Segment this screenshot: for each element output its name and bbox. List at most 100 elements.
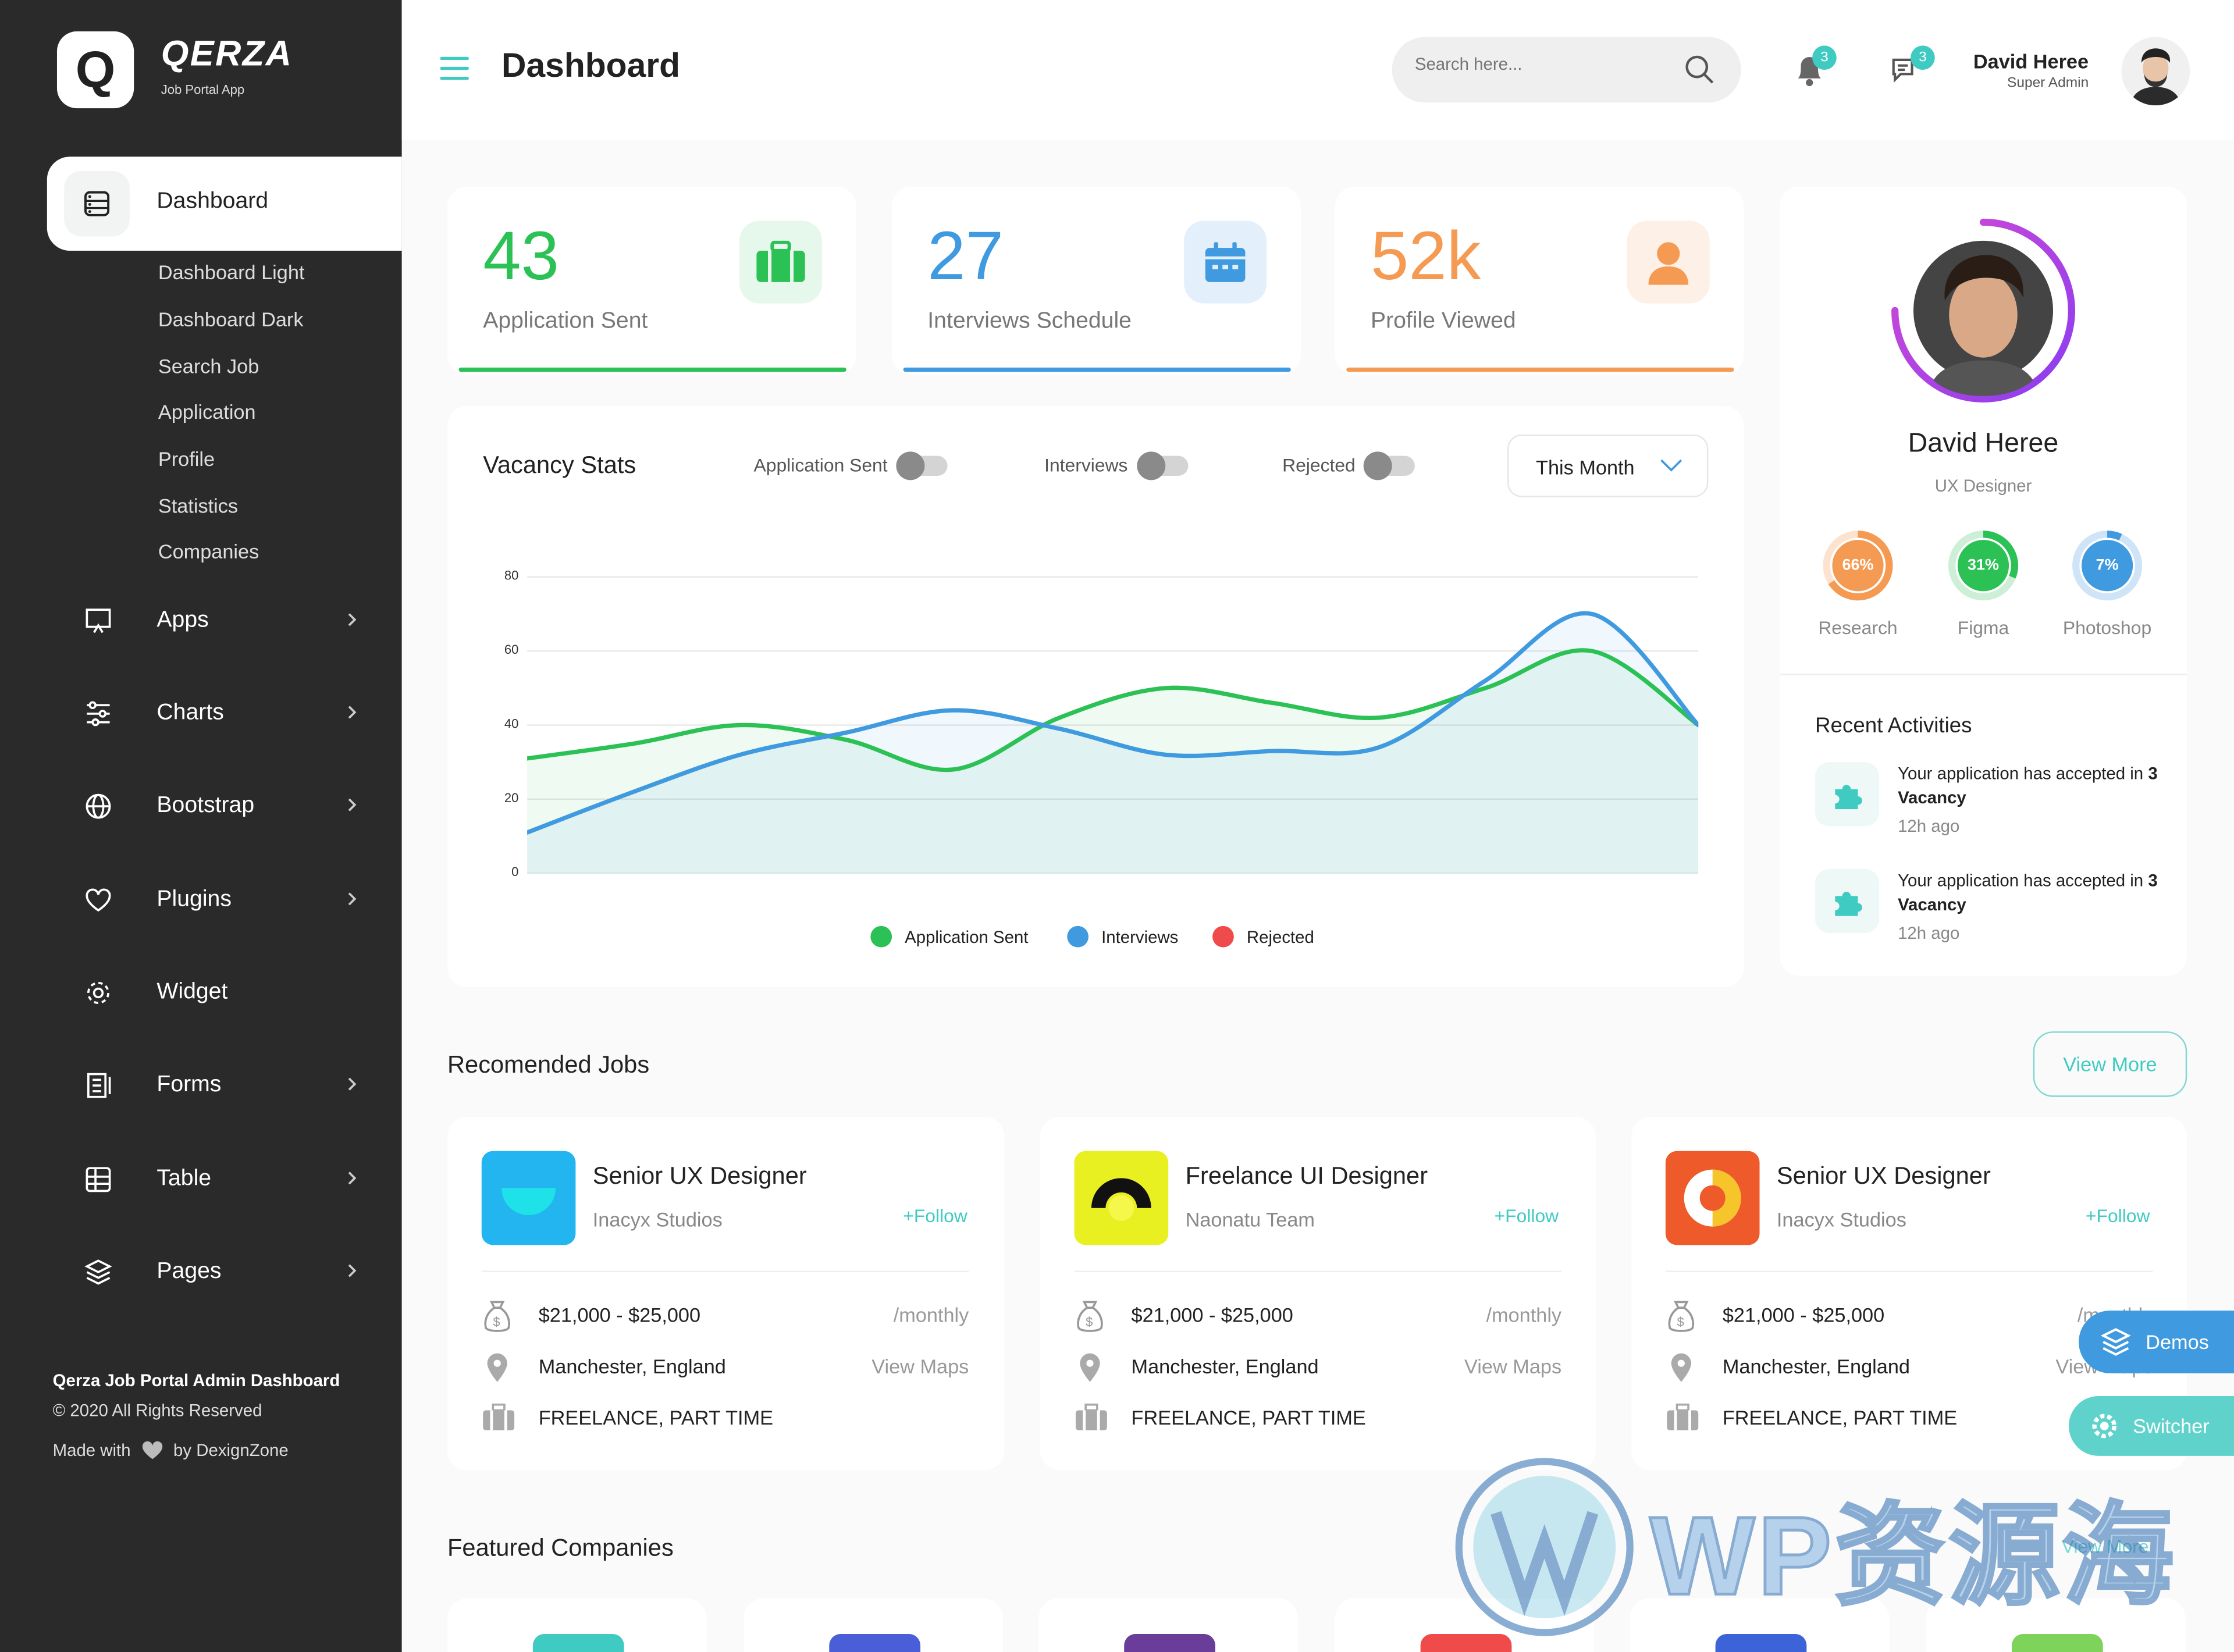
profile-role: UX Designer	[1934, 475, 2032, 496]
sidebar-item-plugins[interactable]: Plugins	[0, 872, 402, 929]
demos-button[interactable]: Demos	[2079, 1311, 2234, 1373]
submenu-statistics[interactable]: Statistics	[158, 494, 238, 517]
table-icon	[84, 1165, 112, 1194]
gear-icon	[2090, 1412, 2119, 1440]
money-bag-icon: $	[1666, 1299, 1697, 1333]
company-logo	[481, 1151, 576, 1245]
divider	[1779, 674, 2187, 675]
user-role: Super Admin	[2007, 75, 2089, 91]
sidebar-item-dashboard[interactable]: Dashboard	[47, 156, 402, 251]
activity-item[interactable]: Your application has accepted in 3 Vacan…	[1815, 762, 2171, 853]
sidebar-item-table[interactable]: Table	[0, 1151, 402, 1208]
vacancy-line-chart	[527, 576, 1699, 874]
sidebar-item-pages[interactable]: Pages	[0, 1244, 402, 1301]
briefcase-icon	[482, 1402, 516, 1433]
job-title: Freelance UI Designer	[1185, 1162, 1428, 1190]
toggle-switch[interactable]	[896, 451, 948, 480]
stat-value: 52k	[1370, 219, 1481, 295]
activity-item[interactable]: Your application has accepted in 3 Vacan…	[1815, 868, 2171, 960]
skill-percent: 31%	[1968, 557, 1999, 574]
svg-text:$: $	[493, 1315, 500, 1329]
activity-text: Your application has accepted in 3 Vacan…	[1898, 869, 2168, 917]
view-maps-link[interactable]: View Maps	[871, 1355, 969, 1377]
avatar[interactable]	[2121, 37, 2190, 106]
layers-icon	[2100, 1326, 2132, 1358]
hamburger-menu-icon[interactable]	[439, 54, 470, 83]
sidebar-item-apps[interactable]: Apps	[0, 593, 402, 650]
company-logo	[829, 1634, 921, 1652]
follow-button[interactable]: +Follow	[2086, 1205, 2150, 1227]
toggle-application-sent[interactable]: Application Sent	[754, 451, 948, 480]
company-card[interactable]	[447, 1598, 707, 1652]
sidebar-item-widget[interactable]: Widget	[0, 964, 402, 1021]
search-icon[interactable]	[1682, 53, 1717, 87]
y-tick-label: 20	[504, 791, 519, 805]
submenu-dashboard-dark[interactable]: Dashboard Dark	[158, 308, 304, 330]
divider	[481, 1270, 969, 1272]
location-pin-icon	[1666, 1351, 1697, 1385]
toggle-interviews[interactable]: Interviews	[1044, 451, 1188, 480]
job-title: Senior UX Designer	[592, 1162, 807, 1190]
follow-button[interactable]: +Follow	[1495, 1205, 1559, 1227]
toggle-rejected[interactable]: Rejected	[1282, 451, 1415, 480]
submenu-profile[interactable]: Profile	[158, 447, 215, 470]
monitor-icon	[84, 607, 112, 635]
follow-button[interactable]: +Follow	[903, 1205, 967, 1227]
switcher-button[interactable]: Switcher	[2068, 1396, 2234, 1456]
chevron-right-icon	[346, 1170, 358, 1187]
job-location-row: Manchester, England View Maps	[1075, 1351, 1561, 1385]
company-card[interactable]	[1038, 1598, 1299, 1652]
y-tick-label: 80	[504, 568, 519, 583]
job-type-row: FREELANCE, PART TIME	[1075, 1402, 1562, 1436]
search-input[interactable]	[1414, 54, 1657, 74]
stat-card-profile-views[interactable]: 52k Profile Viewed	[1335, 186, 1744, 375]
sidebar-item-charts[interactable]: Charts	[0, 685, 402, 742]
watermark: WP资源海	[1453, 1456, 2176, 1638]
job-card[interactable]: Senior UX Designer Inacyx Studios +Follo…	[447, 1117, 1005, 1471]
sidebar-item-forms[interactable]: Forms	[0, 1057, 402, 1114]
footer-by: by DexignZone	[173, 1440, 289, 1461]
stat-card-interviews[interactable]: 27 Interviews Schedule	[892, 186, 1301, 375]
skill-label: Research	[1818, 617, 1898, 639]
legend-dot	[870, 925, 892, 948]
view-maps-link[interactable]: View Maps	[1464, 1355, 1561, 1377]
legend-application-sent: Application Sent	[870, 925, 1029, 948]
submenu-search-job[interactable]: Search Job	[158, 355, 259, 378]
period-value: This Month	[1536, 455, 1635, 479]
layers-icon	[84, 1258, 112, 1286]
toggle-switch[interactable]	[1136, 451, 1188, 480]
footer-made-with: Made with	[52, 1440, 131, 1461]
stat-label: Profile Viewed	[1370, 309, 1516, 334]
company-logo	[1665, 1151, 1760, 1245]
period-select[interactable]: This Month	[1507, 434, 1709, 497]
submenu-application[interactable]: Application	[158, 400, 256, 423]
legend-interviews: Interviews	[1067, 925, 1178, 948]
job-company: Inacyx Studios	[592, 1208, 723, 1231]
job-card[interactable]: Freelance UI Designer Naonatu Team +Foll…	[1040, 1117, 1596, 1471]
brand-logo[interactable]: Q	[56, 31, 134, 109]
activity-message: Your application has accepted in	[1898, 870, 2144, 891]
company-card[interactable]	[744, 1598, 1004, 1652]
switcher-label: Switcher	[2133, 1414, 2210, 1438]
divider	[1074, 1270, 1562, 1272]
submenu-companies[interactable]: Companies	[158, 540, 259, 562]
sidebar-item-label: Table	[156, 1166, 212, 1191]
stat-card-applications[interactable]: 43 Application Sent	[447, 186, 856, 375]
toggle-switch[interactable]	[1364, 451, 1415, 480]
legend-dot	[1212, 925, 1234, 948]
stat-value: 27	[927, 219, 1004, 295]
legend-label: Application Sent	[905, 927, 1029, 947]
sidebar-item-bootstrap[interactable]: Bootstrap	[0, 778, 402, 835]
chevron-right-icon	[346, 891, 358, 907]
sidebar: Q QERZA Job Portal App Dashboard Dashboa…	[0, 0, 402, 1652]
profile-photo[interactable]	[1891, 218, 2076, 403]
submenu-dashboard-light[interactable]: Dashboard Light	[158, 261, 305, 283]
view-more-button[interactable]: View More	[2033, 1031, 2187, 1097]
search-bar	[1392, 37, 1741, 103]
money-bag-icon: $	[482, 1299, 513, 1333]
skill-research: 66% Research	[1801, 529, 1915, 639]
stat-label: Interviews Schedule	[927, 309, 1132, 334]
brand-tagline: Job Portal App	[161, 83, 245, 97]
y-tick-label: 0	[511, 864, 519, 880]
sidebar-item-label: Bootstrap	[156, 793, 255, 818]
